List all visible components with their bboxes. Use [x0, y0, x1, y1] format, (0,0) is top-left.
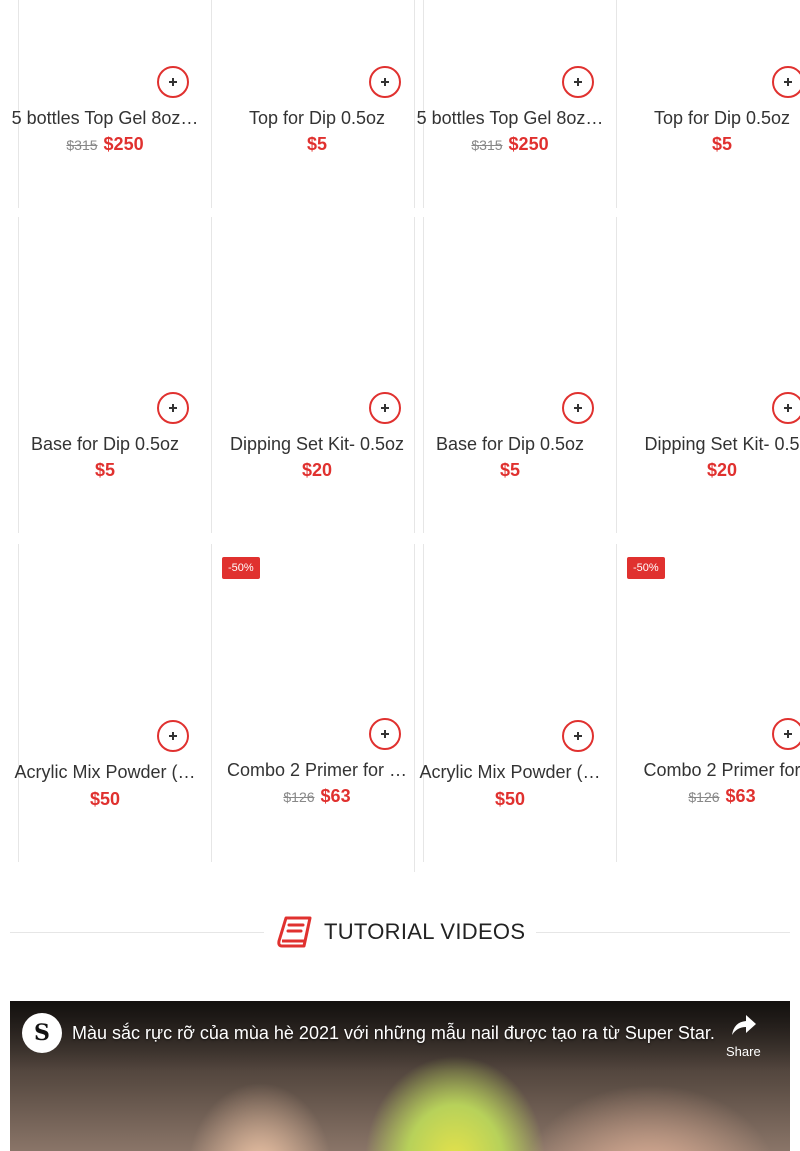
product-price: $5: [306, 134, 328, 154]
product-card[interactable]: Dipping Set Kit- 0.5oz $20: [217, 217, 417, 533]
grid-divider: [211, 544, 212, 862]
product-card[interactable]: Acrylic Mix Powder (… $50: [5, 544, 205, 862]
section-title: TUTORIAL VIDEOS: [324, 919, 526, 944]
product-title[interactable]: Base for Dip 0.5oz: [410, 434, 610, 455]
add-to-cart-button[interactable]: [772, 718, 800, 750]
product-price-row: $5: [5, 460, 205, 481]
product-price: $5: [711, 134, 733, 154]
product-title[interactable]: Dipping Set Kit- 0.5oz: [217, 434, 417, 455]
product-card[interactable]: Acrylic Mix Powder (… $50: [410, 544, 610, 862]
channel-logo[interactable]: S: [22, 1013, 62, 1053]
share-icon[interactable]: [731, 1013, 757, 1037]
product-title[interactable]: Acrylic Mix Powder (…: [5, 762, 205, 783]
product-title[interactable]: Combo 2 Primer for …: [217, 760, 417, 781]
product-price-row: $315 $250: [5, 134, 205, 155]
product-price: $250: [508, 134, 549, 154]
add-to-cart-button[interactable]: [369, 718, 401, 750]
product-price-row: $126 $63: [217, 786, 417, 807]
product-old-price: $126: [283, 789, 315, 805]
product-price-row: $5: [217, 134, 417, 155]
product-title[interactable]: Acrylic Mix Powder (…: [410, 762, 610, 783]
add-to-cart-button[interactable]: [772, 392, 800, 424]
product-card[interactable]: -50% Combo 2 Primer for … $126 $63: [217, 544, 417, 862]
product-title[interactable]: Top for Dip 0.5oz: [622, 108, 800, 129]
add-to-cart-button[interactable]: [369, 66, 401, 98]
product-price-row: $50: [410, 789, 610, 810]
grid-divider: [616, 544, 617, 862]
add-to-cart-button[interactable]: [562, 392, 594, 424]
product-title[interactable]: Combo 2 Primer for: [622, 760, 800, 781]
product-price: $250: [103, 134, 144, 154]
product-title[interactable]: Top for Dip 0.5oz: [217, 108, 417, 129]
product-old-price: $315: [66, 137, 98, 153]
product-price: $50: [494, 789, 526, 809]
grid-divider: [211, 0, 212, 208]
product-price-row: $20: [622, 460, 800, 481]
product-price-row: $50: [5, 789, 205, 810]
video-title[interactable]: Màu sắc rực rỡ của mùa hè 2021 với những…: [72, 1023, 715, 1044]
product-title[interactable]: 5 bottles Top Gel 8oz…: [410, 108, 610, 129]
grid-divider: [211, 217, 212, 533]
product-card[interactable]: 5 bottles Top Gel 8oz… $315 $250: [410, 0, 610, 208]
product-card[interactable]: Base for Dip 0.5oz $5: [410, 217, 610, 533]
add-to-cart-button[interactable]: [562, 720, 594, 752]
product-title[interactable]: Base for Dip 0.5oz: [5, 434, 205, 455]
product-card[interactable]: Top for Dip 0.5oz $5: [217, 0, 417, 208]
product-price-row: $5: [622, 134, 800, 155]
product-card[interactable]: Dipping Set Kit- 0.5 $20: [622, 217, 800, 533]
product-price: $63: [725, 786, 756, 806]
section-heading: TUTORIAL VIDEOS: [10, 910, 790, 954]
add-to-cart-button[interactable]: [157, 392, 189, 424]
product-price: $63: [320, 786, 351, 806]
book-icon: [277, 916, 312, 948]
product-title[interactable]: 5 bottles Top Gel 8oz…: [5, 108, 205, 129]
share-button[interactable]: Share: [726, 1044, 761, 1059]
product-price-row: $315 $250: [410, 134, 610, 155]
discount-badge: -50%: [627, 557, 665, 579]
product-price: $5: [499, 460, 521, 480]
grid-divider: [616, 217, 617, 533]
product-title[interactable]: Dipping Set Kit- 0.5: [622, 434, 800, 455]
discount-badge: -50%: [222, 557, 260, 579]
product-price: $20: [706, 460, 738, 480]
product-card[interactable]: Top for Dip 0.5oz $5: [622, 0, 800, 208]
add-to-cart-button[interactable]: [157, 720, 189, 752]
add-to-cart-button[interactable]: [772, 66, 800, 98]
video-player[interactable]: S Màu sắc rực rỡ của mùa hè 2021 với nhữ…: [10, 1001, 790, 1151]
heading-divider: [536, 932, 790, 933]
add-to-cart-button[interactable]: [369, 392, 401, 424]
add-to-cart-button[interactable]: [562, 66, 594, 98]
product-card[interactable]: -50% Combo 2 Primer for $126 $63: [622, 544, 800, 862]
heading-divider: [10, 932, 264, 933]
product-card[interactable]: Base for Dip 0.5oz $5: [5, 217, 205, 533]
product-price-row: $5: [410, 460, 610, 481]
product-old-price: $126: [688, 789, 720, 805]
product-price-row: $20: [217, 460, 417, 481]
product-price: $20: [301, 460, 333, 480]
product-price: $50: [89, 789, 121, 809]
product-price-row: $126 $63: [622, 786, 800, 807]
add-to-cart-button[interactable]: [157, 66, 189, 98]
grid-divider: [616, 0, 617, 208]
product-old-price: $315: [471, 137, 503, 153]
product-card[interactable]: 5 bottles Top Gel 8oz… $315 $250: [5, 0, 205, 208]
product-price: $5: [94, 460, 116, 480]
